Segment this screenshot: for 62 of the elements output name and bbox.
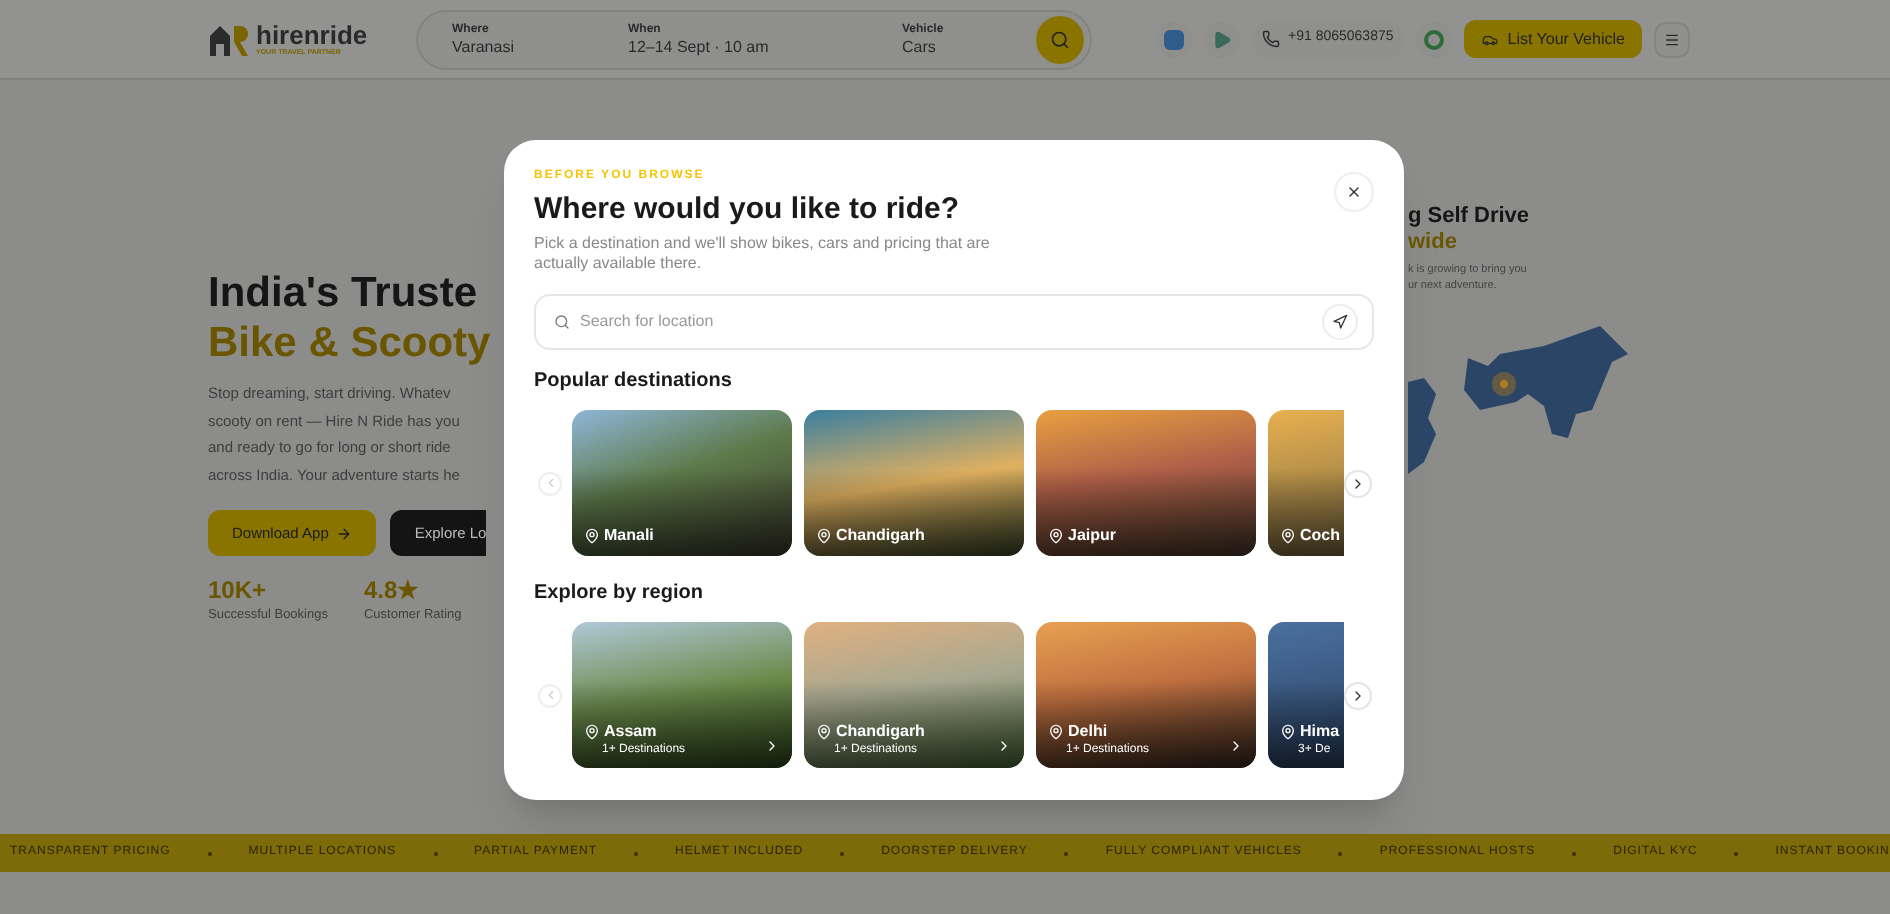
pin-icon: [584, 528, 600, 544]
menu-icon: [1664, 31, 1681, 47]
locate-button[interactable]: [1322, 304, 1358, 340]
previous-button[interactable]: [538, 471, 562, 495]
pin-icon: [816, 724, 832, 740]
pin-icon: [1280, 724, 1296, 740]
destination-name: Delhi: [1068, 722, 1108, 742]
navigation-arrow-icon: [1332, 314, 1348, 330]
stat-value: 10K+: [208, 576, 269, 606]
list-vehicle-button[interactable]: List Your Vehicle: [1463, 20, 1643, 58]
destination-card[interactable]: Chandigarh: [804, 410, 1024, 556]
close-icon: [1346, 184, 1362, 200]
segment-value: Cars: [902, 37, 938, 57]
logo-name: hirenride: [256, 21, 368, 47]
search-icon: [554, 314, 570, 330]
menu-button[interactable]: [1654, 21, 1691, 57]
destination-name: Chandigarh: [836, 526, 925, 546]
pin-icon: [1048, 724, 1064, 740]
destination-name: Jaipur: [1068, 526, 1117, 546]
dialog-subtitle: Pick a destination and we'll show bikes, cars and pricing that are actually available there.: [534, 234, 992, 274]
pin-icon: [1280, 528, 1296, 544]
section-title: Popular destinations: [534, 368, 734, 394]
play-icon: [1212, 29, 1232, 49]
destination-name: Assam: [604, 722, 657, 742]
pin-icon: [1048, 528, 1064, 544]
previous-button[interactable]: [538, 683, 562, 707]
network-title-accent: wide: [1408, 230, 1459, 256]
destination-name: Manali: [604, 526, 654, 546]
hero-title: India's Truste: [208, 268, 480, 318]
search-button[interactable]: [1036, 15, 1084, 63]
dialog-title: Where would you like to ride?: [534, 190, 962, 230]
destination-card[interactable]: Coch: [1268, 410, 1344, 556]
logo-icon: [208, 21, 248, 57]
car-icon: [1481, 31, 1498, 47]
close-button[interactable]: [1334, 172, 1374, 212]
chevron-right-icon: [996, 738, 1012, 754]
location-search-field[interactable]: Search for location: [534, 294, 1374, 350]
pin-icon: [584, 724, 600, 740]
chevron-right-icon: [1350, 687, 1366, 703]
chevron-right-icon: [764, 738, 780, 754]
chevron-left-icon: [543, 688, 557, 702]
pin-icon: [816, 528, 832, 544]
next-button[interactable]: [1344, 681, 1372, 709]
chevron-left-icon: [543, 476, 557, 490]
chevron-right-icon: [1228, 738, 1244, 754]
network-title: g Self Drive: [1408, 204, 1532, 230]
destination-name: Chandigarh: [836, 722, 925, 742]
arrow-right-icon: [336, 525, 353, 541]
segment-value: 12–14 Sept · 10 am: [628, 37, 771, 57]
location-input[interactable]: Search for location: [580, 310, 1312, 334]
destination-card[interactable]: Jaipur: [1036, 410, 1256, 556]
section-title: Explore by region: [534, 580, 705, 606]
phone-icon: [1262, 30, 1280, 48]
destination-name: Hima: [1300, 722, 1340, 742]
destination-name: Coch: [1300, 526, 1340, 546]
stat-value: 4.8★: [363, 576, 422, 606]
destination-card[interactable]: Manali: [572, 410, 792, 556]
search-icon: [1050, 29, 1070, 49]
next-button[interactable]: [1344, 469, 1372, 497]
chevron-right-icon: [1350, 475, 1366, 491]
hero-title-accent: Bike & Scooty: [208, 318, 493, 368]
segment-value: Varanasi: [452, 37, 516, 57]
